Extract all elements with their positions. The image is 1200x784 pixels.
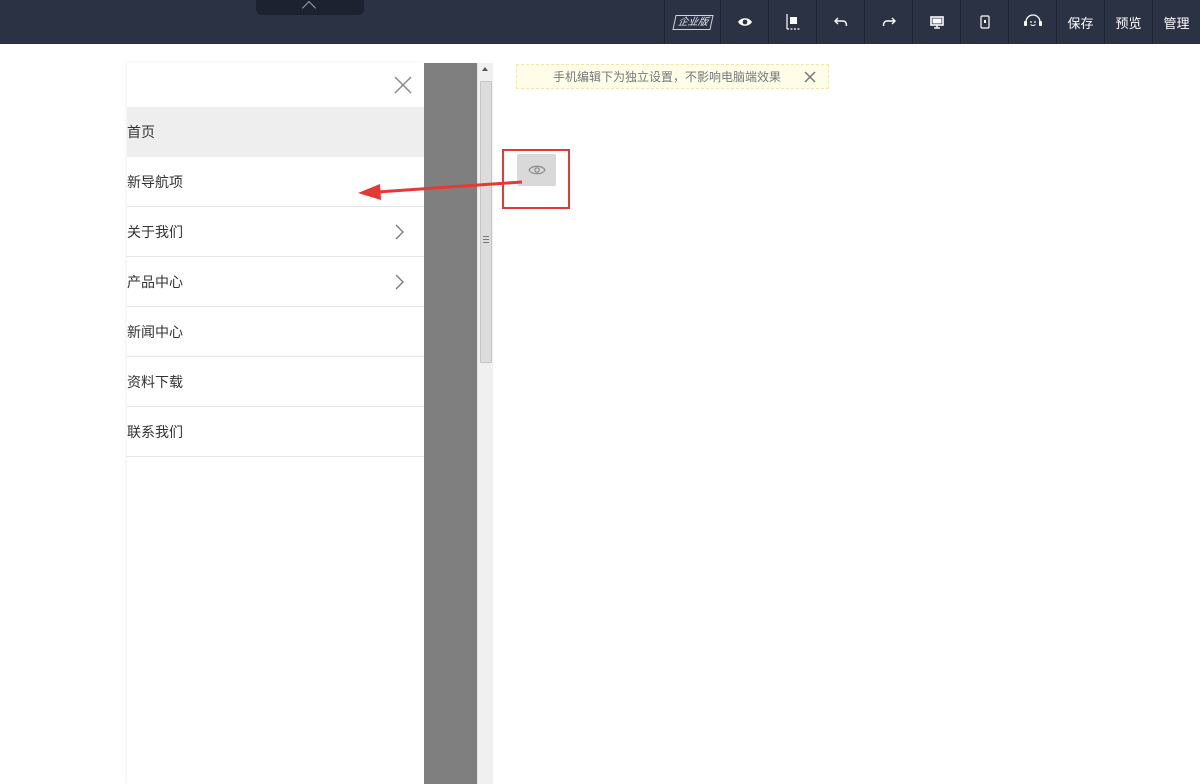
nav-item-label: 联系我们: [127, 424, 183, 441]
nav-item-new[interactable]: 新导航项: [127, 157, 424, 207]
eye-icon: [737, 18, 752, 26]
desktop-icon: [929, 15, 944, 29]
nav-item-home[interactable]: 首页: [127, 107, 424, 157]
toolbar-actions: 企业版 保存 预览 管理: [664, 0, 1200, 44]
mobile-edit-notice: 手机编辑下为独立设置，不影响电脑端效果: [516, 64, 829, 89]
nav-item-contact[interactable]: 联系我们: [127, 407, 424, 457]
notice-text: 手机编辑下为独立设置，不影响电脑端效果: [553, 70, 782, 84]
preview-button[interactable]: 预览: [1104, 0, 1152, 44]
chevron-right-icon: [395, 274, 404, 290]
nav-item-downloads[interactable]: 资料下载: [127, 357, 424, 407]
nav-visibility-toggle[interactable]: [517, 154, 556, 186]
panel-scrollbar[interactable]: [477, 63, 493, 784]
chevron-right-icon: [395, 224, 404, 240]
eye-icon: [527, 165, 546, 175]
scroll-up-arrow-icon[interactable]: [482, 67, 488, 71]
nav-item-label: 新导航项: [127, 174, 183, 191]
close-icon[interactable]: [391, 73, 415, 97]
nav-item-products[interactable]: 产品中心: [127, 257, 424, 307]
redo-icon: [882, 17, 896, 27]
nav-item-label: 关于我们: [127, 224, 183, 241]
collapse-toolbar-tab[interactable]: [256, 0, 364, 16]
enterprise-badge-label: 企业版: [671, 14, 714, 30]
nav-item-label: 首页: [127, 125, 155, 141]
close-icon[interactable]: [804, 71, 816, 83]
desktop-view-button[interactable]: [912, 0, 960, 44]
nav-item-label: 新闻中心: [127, 324, 183, 341]
mobile-nav-panel: 首页 新导航项 关于我们 产品中心 新闻中心 资料下载 联系我们: [127, 63, 424, 784]
grip-icon: [483, 236, 489, 245]
layout-button[interactable]: [768, 0, 816, 44]
layout-icon: [785, 14, 801, 30]
chevron-up-icon: [301, 0, 317, 16]
nav-item-label: 产品中心: [127, 274, 183, 291]
enterprise-badge[interactable]: 企业版: [664, 0, 720, 44]
visibility-button[interactable]: [720, 0, 768, 44]
nav-item-news[interactable]: 新闻中心: [127, 307, 424, 357]
support-button[interactable]: [1008, 0, 1056, 44]
undo-button[interactable]: [816, 0, 864, 44]
panel-overlay-strip: [424, 63, 477, 784]
save-button[interactable]: 保存: [1056, 0, 1104, 44]
undo-icon: [833, 17, 847, 27]
nav-item-label: 资料下载: [127, 374, 183, 391]
top-toolbar: 企业版 保存 预览 管理: [0, 0, 1200, 44]
mobile-view-button[interactable]: [960, 0, 1008, 44]
scrollbar-thumb[interactable]: [480, 81, 492, 363]
nav-menu: 首页 新导航项 关于我们 产品中心 新闻中心 资料下载 联系我们: [127, 107, 424, 457]
manage-button[interactable]: 管理: [1152, 0, 1200, 44]
nav-item-about[interactable]: 关于我们: [127, 207, 424, 257]
mobile-icon: [979, 15, 990, 29]
support-icon: [1023, 14, 1042, 26]
redo-button[interactable]: [864, 0, 912, 44]
